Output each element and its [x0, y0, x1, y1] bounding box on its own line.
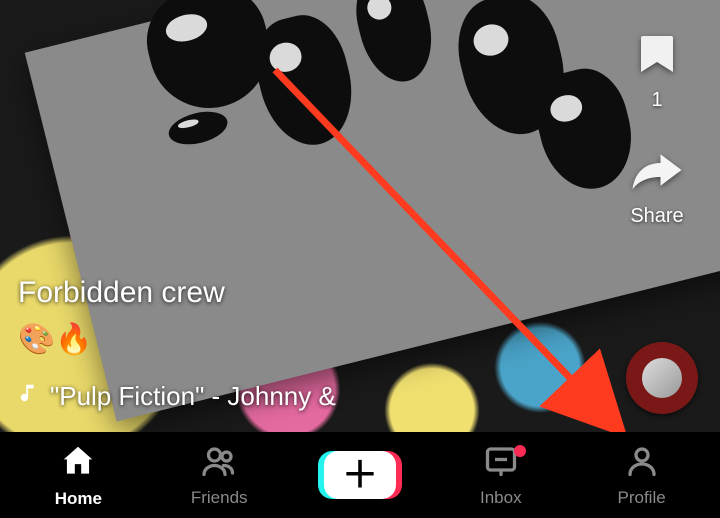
- bookmark-count: 1: [651, 89, 662, 112]
- notification-dot: [514, 445, 526, 457]
- share-label: Share: [630, 205, 683, 228]
- bottom-nav: Home Friends ＋: [0, 432, 720, 518]
- nav-create[interactable]: ＋: [305, 451, 415, 499]
- share-button[interactable]: Share: [629, 146, 685, 228]
- caption-emoji: 🎨🔥: [18, 322, 336, 357]
- friends-icon: [201, 443, 237, 484]
- nav-profile[interactable]: Profile: [587, 443, 697, 508]
- nav-profile-label: Profile: [617, 488, 665, 508]
- sound-disc[interactable]: [626, 342, 698, 414]
- bookmark-button[interactable]: 1: [633, 30, 681, 112]
- nav-inbox[interactable]: Inbox: [446, 443, 556, 508]
- home-icon: [59, 442, 97, 485]
- video-feed[interactable]: 1 Share Forbidden crew 🎨🔥 "Pulp Fiction"…: [0, 0, 720, 432]
- share-icon: [629, 146, 685, 199]
- video-meta: Forbidden crew 🎨🔥 "Pulp Fiction" - Johnn…: [18, 276, 336, 412]
- video-caption[interactable]: Forbidden crew: [18, 276, 336, 310]
- plus-icon: ＋: [342, 457, 378, 493]
- create-button[interactable]: ＋: [324, 451, 396, 499]
- music-row[interactable]: "Pulp Fiction" - Johnny &: [18, 381, 336, 412]
- bookmark-icon: [633, 30, 681, 83]
- nav-friends-label: Friends: [191, 488, 248, 508]
- profile-icon: [624, 443, 660, 484]
- nav-home-label: Home: [55, 489, 102, 509]
- nav-home[interactable]: Home: [23, 442, 133, 509]
- nav-friends[interactable]: Friends: [164, 443, 274, 508]
- nav-inbox-label: Inbox: [480, 488, 522, 508]
- music-label: "Pulp Fiction" - Johnny &: [50, 381, 336, 412]
- app-root: 1 Share Forbidden crew 🎨🔥 "Pulp Fiction"…: [0, 0, 720, 518]
- music-note-icon: [18, 381, 40, 412]
